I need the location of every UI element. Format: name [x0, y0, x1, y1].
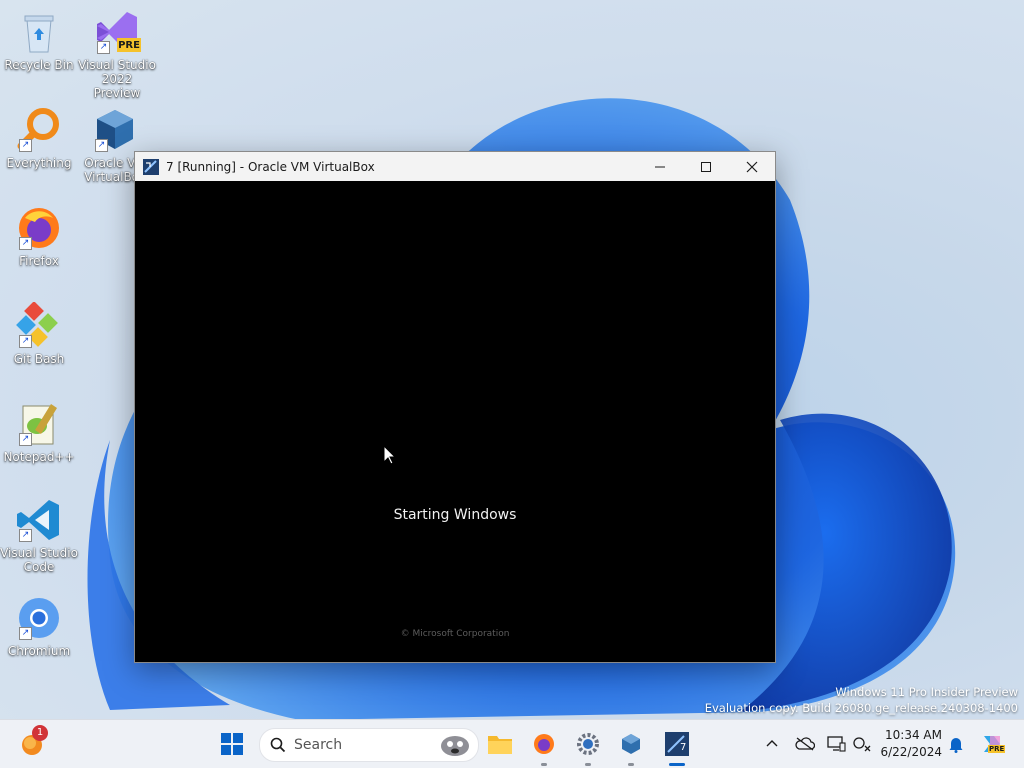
desktop-icon-label: Visual Studio 2022 Preview — [78, 58, 156, 100]
firefox-icon: ↗ — [15, 204, 63, 252]
chromium-icon: ↗ — [15, 594, 63, 642]
virtualbox-icon: ↗ — [91, 106, 139, 154]
shortcut-arrow-icon: ↗ — [19, 335, 32, 348]
shortcut-arrow-icon: ↗ — [19, 433, 32, 446]
show-hidden-icons-button[interactable] — [756, 728, 788, 760]
desktop-icon-label: Recycle Bin — [4, 58, 74, 72]
desktop-icon-everything[interactable]: ↗ Everything — [0, 106, 78, 170]
everything-search-icon: ↗ — [15, 106, 63, 154]
taskbar: 1 Search 7 10:34 AM 6/22/2024 PRE — [0, 719, 1024, 768]
copilot-icon — [984, 736, 1000, 752]
vscode-icon: ↗ — [15, 496, 63, 544]
onedrive-tray[interactable] — [789, 728, 821, 760]
running-indicator — [541, 763, 547, 766]
chevron-up-icon — [766, 740, 778, 747]
desktop-icon-label: Everything — [6, 156, 72, 170]
vm-copyright: © Microsoft Corporation — [400, 629, 510, 639]
close-icon — [746, 161, 758, 172]
running-indicator — [585, 763, 591, 766]
shortcut-arrow-icon: ↗ — [19, 139, 32, 152]
taskbar-settings[interactable] — [572, 728, 604, 766]
watermark-build: Evaluation copy. Build 26080.ge_release.… — [704, 701, 1018, 715]
search-placeholder: Search — [294, 737, 343, 753]
copilot-button[interactable]: PRE — [976, 728, 1008, 760]
desktop-icon-notepad-plus-plus[interactable]: ↗ Notepad++ — [0, 400, 78, 464]
maximize-button[interactable] — [683, 152, 729, 181]
active-indicator — [669, 763, 685, 766]
shortcut-arrow-icon: ↗ — [19, 627, 32, 640]
vm-number-badge: 7 — [680, 742, 687, 753]
shortcut-arrow-icon: ↗ — [19, 529, 32, 542]
preview-badge: PRE — [118, 40, 140, 51]
desktop-icon-recycle-bin[interactable]: Recycle Bin — [0, 8, 78, 72]
taskbar-vm-window[interactable]: 7 — [661, 728, 693, 766]
cloud-offline-icon — [795, 737, 815, 751]
desktop-icon-visual-studio-2022-preview[interactable]: ↗ PRE Visual Studio 2022 Preview — [78, 8, 156, 100]
visual-studio-preview-icon: ↗ PRE — [93, 8, 141, 56]
desktop-icon-label: Notepad++ — [3, 450, 75, 464]
desktop-icon-label: Firefox — [19, 254, 59, 268]
notepad-plus-plus-icon: ↗ — [15, 400, 63, 448]
widgets-button[interactable]: 1 — [16, 725, 48, 760]
desktop-icon-firefox[interactable]: ↗ Firefox — [0, 204, 78, 268]
taskbar-file-explorer[interactable] — [484, 728, 516, 760]
firefox-icon — [534, 734, 554, 754]
desktop-icon-label: Git Bash — [13, 352, 65, 366]
virtualbox-window[interactable]: 7 [Running] - Oracle VM VirtualBox Start… — [134, 151, 776, 663]
recycle-bin-icon — [15, 8, 63, 56]
system-clock[interactable]: 10:34 AM 6/22/2024 — [880, 727, 942, 761]
minimize-button[interactable] — [637, 152, 683, 181]
minimize-icon — [655, 166, 665, 167]
desktop-icon-label: Visual Studio Code — [0, 546, 78, 574]
shortcut-arrow-icon: ↗ — [19, 237, 32, 250]
vm-status-text: Starting Windows — [393, 507, 517, 523]
shortcut-arrow-icon: ↗ — [95, 139, 108, 152]
search-icon — [270, 737, 286, 753]
clock-date: 6/22/2024 — [880, 745, 942, 759]
taskbar-search-box[interactable]: Search — [259, 728, 479, 762]
clock-time: 10:34 AM — [885, 728, 942, 742]
windows-watermark: Windows 11 Pro Insider Preview Evaluatio… — [705, 684, 1018, 716]
network-disconnected-icon — [853, 737, 871, 752]
taskbar-virtualbox-manager[interactable] — [615, 728, 647, 766]
widgets-notification-badge: 1 — [32, 725, 48, 741]
monitor-icon — [827, 736, 846, 752]
close-button[interactable] — [729, 152, 775, 181]
start-button[interactable] — [216, 728, 248, 760]
window-title: 7 [Running] - Oracle VM VirtualBox — [166, 159, 375, 174]
running-indicator — [628, 763, 634, 766]
virtualbox-vm-icon — [142, 158, 160, 176]
watermark-edition: Windows 11 Pro Insider Preview — [835, 685, 1018, 699]
mouse-pointer-icon — [383, 445, 397, 465]
search-highlight-icon — [441, 736, 469, 756]
taskbar-firefox[interactable] — [528, 728, 560, 766]
shortcut-arrow-icon: ↗ — [97, 41, 110, 54]
desktop-icon-label: Chromium — [7, 644, 71, 658]
window-titlebar[interactable]: 7 [Running] - Oracle VM VirtualBox — [135, 152, 775, 181]
windows-logo-icon — [221, 733, 243, 755]
git-bash-icon: ↗ — [15, 301, 63, 350]
notifications-button[interactable] — [940, 728, 972, 760]
maximize-icon — [701, 161, 711, 172]
folder-icon — [488, 736, 512, 754]
desktop-icon-visual-studio-code[interactable]: ↗ Visual Studio Code — [0, 496, 78, 574]
copilot-preview-badge: PRE — [988, 745, 1006, 753]
desktop-icon-chromium[interactable]: ↗ Chromium — [0, 594, 78, 658]
gear-icon — [577, 733, 599, 755]
vm-display[interactable]: Starting Windows © Microsoft Corporation — [135, 181, 775, 662]
bell-icon — [949, 738, 963, 753]
virtualbox-icon — [622, 734, 640, 754]
network-tray[interactable] — [846, 728, 878, 760]
desktop-icon-git-bash[interactable]: ↗ Git Bash — [0, 301, 78, 366]
